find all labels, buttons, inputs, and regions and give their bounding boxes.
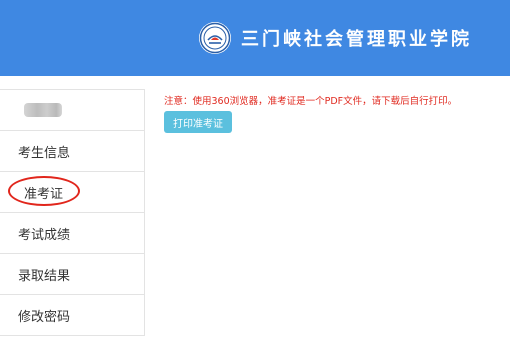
sidebar-item-admission-ticket[interactable]: 准考证 <box>0 172 144 213</box>
blurred-username <box>24 103 62 117</box>
sidebar-item-exam-scores[interactable]: 考试成绩 <box>0 213 144 254</box>
red-circle-annotation <box>8 176 80 206</box>
user-name-blurred <box>0 90 144 131</box>
print-admission-ticket-button[interactable]: 打印准考证 <box>164 111 232 133</box>
school-emblem-icon <box>199 22 231 54</box>
sidebar-item-candidate-info[interactable]: 考生信息 <box>0 131 144 172</box>
school-name: 三门峡社会管理职业学院 <box>241 29 472 50</box>
sidebar-item-admission-result[interactable]: 录取结果 <box>0 254 144 295</box>
sidebar-item-label: 考生信息 <box>18 145 71 161</box>
sidebar: 考生信息 准考证 考试成绩 录取结果 修改密码 <box>0 89 145 336</box>
top-header: 三门峡社会管理职业学院 <box>0 0 510 76</box>
sidebar-item-change-password[interactable]: 修改密码 <box>0 295 144 335</box>
sidebar-item-label: 录取结果 <box>18 268 71 284</box>
notice-text: 注意：使用360浏览器，准考证是一个PDF文件，请下载后自行打印。 <box>164 96 458 107</box>
sidebar-item-label: 考试成绩 <box>18 227 71 243</box>
school-brand[interactable]: 三门峡社会管理职业学院 <box>199 21 472 55</box>
sidebar-item-label: 修改密码 <box>18 309 71 325</box>
